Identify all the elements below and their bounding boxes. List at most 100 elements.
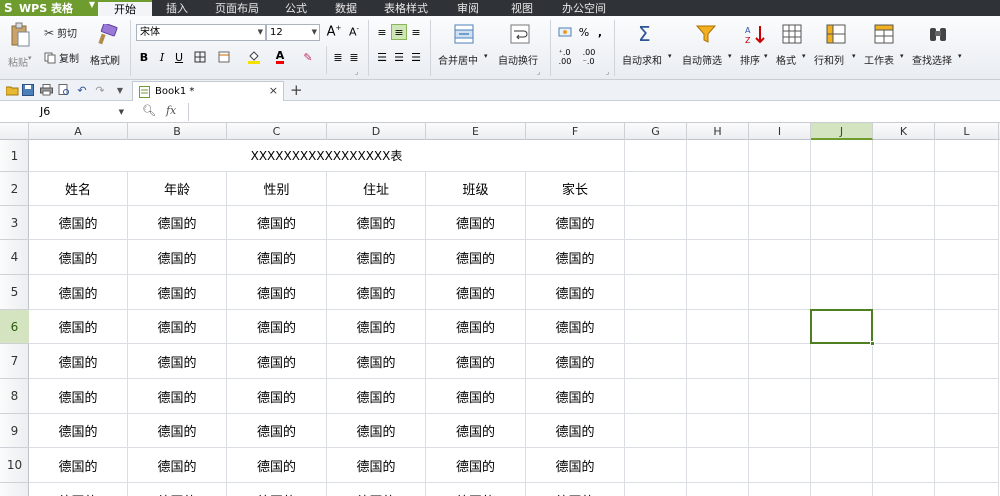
data-cell[interactable]: 德国的	[327, 448, 426, 483]
data-cell[interactable]: 德国的	[327, 206, 426, 240]
font-size-select[interactable]: 12 ▼	[266, 24, 320, 41]
data-cell[interactable]: 德国的	[128, 310, 227, 344]
column-title-cell[interactable]: 家长	[526, 172, 625, 206]
column-header-l[interactable]: L	[935, 123, 999, 140]
data-cell[interactable]: 德国的	[128, 379, 227, 414]
paste-button[interactable]: 粘贴 ▾	[4, 22, 36, 74]
data-cell[interactable]: 德国的	[526, 448, 625, 483]
data-cell[interactable]: 德国的	[426, 344, 526, 379]
row-header-9[interactable]: 9	[0, 414, 29, 448]
cell[interactable]	[873, 275, 935, 310]
wrap-text-button[interactable]: 自动换行	[496, 22, 544, 74]
cell[interactable]	[873, 140, 935, 172]
cell[interactable]	[625, 414, 687, 448]
cell[interactable]	[873, 310, 935, 344]
cell[interactable]	[687, 172, 749, 206]
data-cell[interactable]: 德国的	[526, 344, 625, 379]
cell[interactable]	[749, 483, 811, 496]
cell[interactable]	[625, 448, 687, 483]
save-button[interactable]	[20, 82, 36, 98]
data-cell[interactable]: 德国的	[327, 483, 426, 496]
row-col-button[interactable]: 行和列 ▾	[812, 22, 862, 74]
open-button[interactable]	[4, 82, 20, 98]
cell[interactable]	[749, 140, 811, 172]
data-cell[interactable]: 德国的	[426, 206, 526, 240]
cell[interactable]	[811, 275, 873, 310]
cell[interactable]	[749, 414, 811, 448]
column-header-e[interactable]: E	[426, 123, 526, 140]
cell[interactable]	[873, 483, 935, 496]
align-bottom-button[interactable]: ≡	[408, 24, 424, 40]
currency-format-button[interactable]	[556, 24, 574, 40]
column-header-a[interactable]: A	[29, 123, 128, 140]
cell[interactable]	[873, 414, 935, 448]
undo-button[interactable]: ↶	[74, 82, 90, 98]
data-cell[interactable]: 德国的	[128, 448, 227, 483]
merge-center-button[interactable]: 合并居中 ▾	[436, 22, 492, 74]
find-select-button[interactable]: 查找选择 ▾	[910, 22, 966, 74]
fx-icon[interactable]: fx	[166, 104, 176, 117]
column-header-f[interactable]: F	[526, 123, 625, 140]
data-cell[interactable]: 德国的	[327, 379, 426, 414]
cell[interactable]	[625, 275, 687, 310]
font-dialog-launcher[interactable]: ⌟	[355, 68, 358, 76]
underline-button[interactable]: U	[171, 49, 187, 65]
zoom-search-icon[interactable]: 🔍︎	[142, 104, 156, 117]
clear-format-button[interactable]: ✎	[300, 49, 316, 65]
cell[interactable]	[687, 140, 749, 172]
cell[interactable]	[935, 414, 999, 448]
column-title-cell[interactable]: 姓名	[29, 172, 128, 206]
data-cell[interactable]: 德国的	[227, 344, 327, 379]
data-cell[interactable]: 德国的	[526, 206, 625, 240]
data-cell[interactable]: 德国的	[29, 448, 128, 483]
column-header-k[interactable]: K	[873, 123, 935, 140]
tab-home[interactable]: 开始	[98, 0, 152, 16]
cell[interactable]	[873, 172, 935, 206]
data-cell[interactable]: 德国的	[227, 310, 327, 344]
data-cell[interactable]: 德国的	[29, 206, 128, 240]
column-header-c[interactable]: C	[227, 123, 327, 140]
print-preview-button[interactable]	[56, 82, 72, 98]
comma-style-button[interactable]: ,	[592, 24, 608, 40]
tab-formulas[interactable]: 公式	[272, 0, 320, 16]
bold-button[interactable]: B	[136, 49, 152, 65]
align-top-button[interactable]: ≡	[374, 24, 390, 40]
new-tab-button[interactable]: +	[290, 81, 303, 99]
cell[interactable]	[687, 379, 749, 414]
row-header-1[interactable]: 1	[0, 140, 29, 172]
cell[interactable]	[811, 240, 873, 275]
data-cell[interactable]: 德国的	[128, 414, 227, 448]
cell[interactable]	[687, 414, 749, 448]
autosum-button[interactable]: Σ 自动求和 ▾	[620, 22, 676, 74]
cell[interactable]	[687, 275, 749, 310]
align-left-button[interactable]: ☰	[374, 49, 390, 65]
worksheet-button[interactable]: 工作表 ▾	[862, 22, 908, 74]
number-dialog-launcher[interactable]: ⌟	[606, 68, 609, 76]
cell[interactable]	[873, 379, 935, 414]
cell[interactable]	[873, 240, 935, 275]
cell[interactable]	[811, 140, 873, 172]
increase-decimal-button[interactable]: ⁺.0.00	[556, 48, 574, 66]
cell[interactable]	[811, 172, 873, 206]
cell[interactable]	[749, 379, 811, 414]
cell[interactable]	[625, 379, 687, 414]
data-cell[interactable]: 德国的	[128, 275, 227, 310]
row-header-8[interactable]: 8	[0, 379, 29, 414]
tab-insert[interactable]: 插入	[152, 0, 202, 16]
cell[interactable]	[811, 448, 873, 483]
data-cell[interactable]: 德国的	[327, 414, 426, 448]
data-cell[interactable]: 德国的	[426, 240, 526, 275]
document-tab[interactable]: Book1 * ×	[132, 81, 284, 101]
active-cell-selection[interactable]	[810, 309, 875, 346]
cell[interactable]	[935, 448, 999, 483]
cell[interactable]	[935, 206, 999, 240]
cell[interactable]	[935, 310, 999, 344]
sort-button[interactable]: AZ 排序 ▾	[738, 22, 772, 74]
data-cell[interactable]: 德国的	[526, 275, 625, 310]
row-header-3[interactable]: 3	[0, 206, 29, 240]
cell[interactable]	[687, 483, 749, 496]
data-cell[interactable]: 德国的	[29, 275, 128, 310]
format-button[interactable]: 格式 ▾	[774, 22, 810, 74]
cell[interactable]	[873, 448, 935, 483]
data-cell[interactable]: 德国的	[128, 344, 227, 379]
